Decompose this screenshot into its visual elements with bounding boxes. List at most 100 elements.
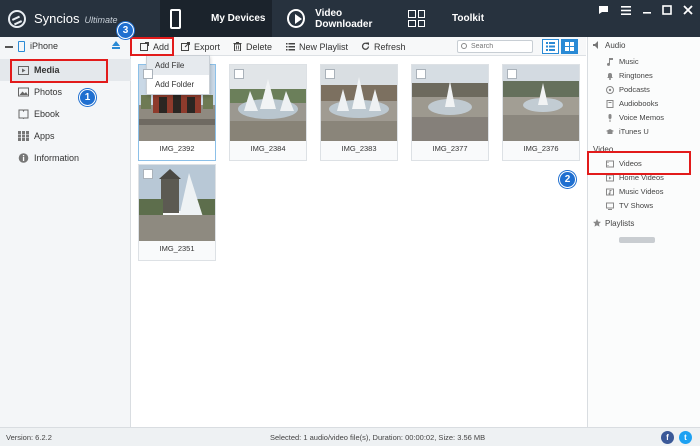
refresh-icon [361,42,370,50]
sidebar-item-label: Information [34,153,80,163]
export-label: Export [194,41,221,52]
twitter-icon[interactable]: t [679,431,692,444]
device-header[interactable]: iPhone [0,37,131,56]
collapse-icon[interactable] [5,46,13,48]
add-dropdown-menu: Add File Add Folder [146,55,210,95]
menu-icon[interactable] [619,3,633,17]
brand: Syncios Ultimate [8,0,118,37]
select-checkbox[interactable] [507,69,517,79]
step-badge: 2 [559,171,576,188]
delete-label: Delete [246,41,273,52]
new-playlist-label: New Playlist [299,41,349,52]
iphone-icon [18,41,25,52]
media-categories-panel: Audio Music Ringtones Podcasts Audiobook… [587,37,700,427]
category-label: Music Videos [619,187,664,196]
itunes-u-icon [606,128,614,134]
audio-icon [593,41,598,49]
step-badge: 1 [79,89,96,106]
blurred-playlist-item[interactable] [619,237,655,243]
menu-item-add-file[interactable]: Add File [147,56,209,75]
photo-grid: IMG_2392 IMG_2384 IMG_2383 IMG_2377 IMG_… [132,57,586,427]
tab-my-devices[interactable]: My Devices [160,0,272,37]
photo-tile[interactable]: IMG_2383 [320,64,398,161]
apps-icon [18,131,29,141]
sidebar-item-information[interactable]: Information [0,147,131,169]
photo-tile[interactable]: IMG_2376 [502,64,580,161]
export-icon [181,42,190,51]
section-title: Playlists [605,218,635,228]
category-label: Podcasts [619,85,650,94]
section-title: Audio [605,40,626,50]
playlist-icon [286,43,295,51]
photo-name: IMG_2383 [341,144,377,153]
left-sidebar: iPhone Media Photos Ebook Apps Informati… [0,37,131,427]
photo-name: IMG_2384 [250,144,286,153]
music-video-icon [606,188,614,195]
export-button[interactable]: Export [181,37,220,56]
maximize-icon[interactable] [660,3,674,17]
select-checkbox[interactable] [143,69,153,79]
title-bar: Syncios Ultimate My Devices Video Downlo… [0,0,700,37]
play-circle-icon [287,9,306,28]
sidebar-item-apps[interactable]: Apps [0,125,131,147]
category-label: Audiobooks [619,99,659,108]
tv-icon [606,202,614,210]
bell-icon [607,72,613,80]
select-checkbox[interactable] [234,69,244,79]
microphone-icon [608,113,612,122]
refresh-button[interactable]: Refresh [361,37,406,56]
selection-info: Selected: 1 audio/video file(s), Duratio… [270,433,486,442]
tab-toolkit[interactable]: Toolkit [408,0,488,37]
info-icon [18,153,29,163]
category-label: Voice Memos [619,113,665,122]
category-label: TV Shows [619,201,654,210]
category-label: iTunes U [619,127,649,136]
audiobook-icon [606,99,614,108]
phone-icon [170,8,181,29]
chat-icon[interactable] [596,3,610,17]
step-badge: 3 [117,22,134,39]
trash-icon [233,42,242,51]
sidebar-item-ebook[interactable]: Ebook [0,103,131,125]
facebook-icon[interactable]: f [661,431,674,444]
status-bar: Version: 6.2.2 Selected: 1 audio/video f… [0,427,700,446]
ebook-icon [18,109,29,119]
grid-view-button[interactable] [561,39,578,54]
sidebar-item-label: Ebook [34,109,60,119]
photo-name: IMG_2351 [159,244,195,253]
photo-tile[interactable]: IMG_2351 [138,164,216,261]
minimize-icon[interactable] [640,3,654,17]
photo-name: IMG_2377 [432,144,468,153]
photo-tile[interactable]: IMG_2384 [229,64,307,161]
category-label: Music [619,57,639,66]
select-checkbox[interactable] [143,169,153,179]
delete-button[interactable]: Delete [233,37,272,56]
new-playlist-button[interactable]: New Playlist [286,37,348,56]
search-icon [461,43,467,49]
app-edition: Ultimate [84,15,118,25]
version-text: Version: 6.2.2 [6,433,52,442]
eject-icon[interactable] [112,41,120,49]
tab-video-downloader[interactable]: Video Downloader [287,0,397,37]
podcast-icon [606,85,614,94]
app-name: Syncios [34,11,80,26]
tab-label: Video Downloader [315,7,373,30]
grid-view-icon [565,42,574,51]
search-input[interactable] [457,40,533,53]
select-checkbox[interactable] [325,69,335,79]
music-note-icon [607,57,613,66]
tab-label: My Devices [211,13,266,24]
photo-tile[interactable]: IMG_2377 [411,64,489,161]
list-view-button[interactable] [542,39,559,54]
close-icon[interactable] [681,3,695,17]
toolkit-grid-icon [408,10,425,27]
sidebar-item-label: Apps [34,131,55,141]
photos-icon [18,87,29,97]
highlight-add [130,37,174,56]
sidebar-item-label: Photos [34,87,63,97]
menu-item-add-folder[interactable]: Add Folder [147,75,209,94]
select-checkbox[interactable] [416,69,426,79]
toolbar: Add Export Delete New Playlist Refresh [132,37,586,56]
sidebar-item-photos[interactable]: Photos [0,81,131,103]
highlight-media [10,59,108,83]
